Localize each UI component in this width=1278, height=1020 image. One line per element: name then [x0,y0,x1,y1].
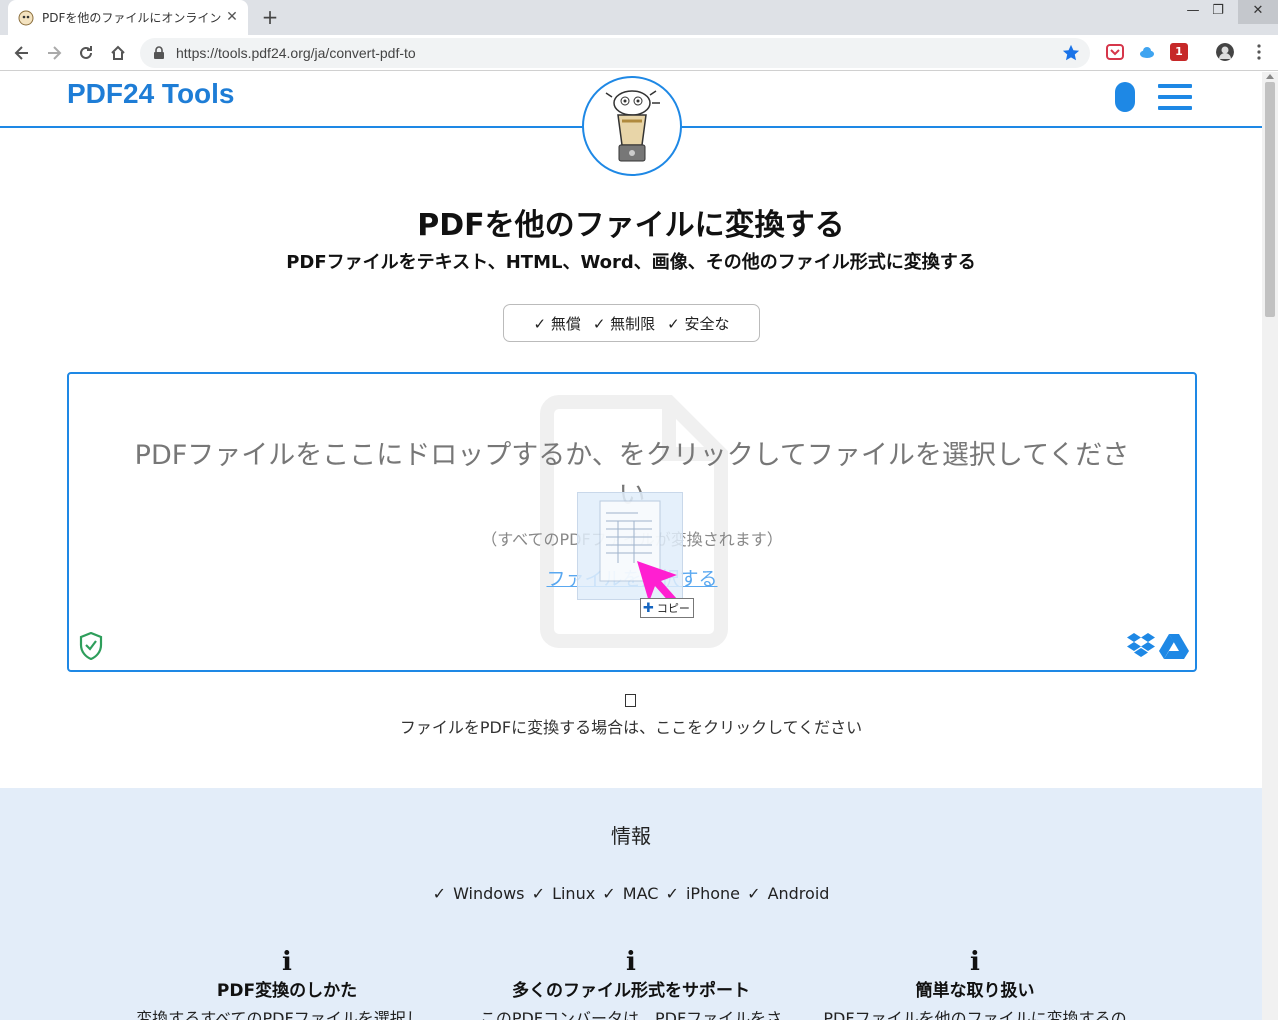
bookmark-star-icon[interactable] [1062,44,1080,62]
info-column-text: このPDFコンバータは、PDFファイルをさ [479,1009,783,1020]
info-column-formats: i 多くのファイル形式をサポート このPDFコンバータは、PDFファイルをさ [461,948,801,1020]
google-drive-icon[interactable] [1159,633,1189,659]
pocket-extension-icon[interactable] [1106,43,1124,61]
brand-logo[interactable]: PDF24 Tools [67,78,235,110]
profile-avatar-icon[interactable] [1216,43,1234,61]
reload-button[interactable] [74,41,98,65]
url-text: https://tools.pdf24.org/ja/convert-pdf-t… [176,45,416,61]
scrollbar-thumb[interactable] [1265,82,1275,317]
info-column-title: PDF変換のしかた [216,981,358,1001]
supported-platforms: ✓ Windows ✓ Linux ✓ MAC ✓ iPhone ✓ Andro… [432,884,830,903]
convert-to-pdf-link[interactable]: ファイルをPDFに変換する場合は、ここをクリックしてください [0,714,1262,738]
pdf24-favicon-icon [18,10,34,25]
forward-button[interactable] [42,41,66,65]
home-icon [111,45,125,60]
window-close-button[interactable]: ✕ [1238,0,1278,24]
feature-unlimited: ✓ 無制限 [592,314,656,333]
mascot-logo[interactable] [582,76,682,176]
copy-tooltip: ✚ コピー [640,598,694,618]
cloud-extension-icon[interactable] [1138,43,1156,61]
page-title: PDFを他のファイルに変換する [417,208,845,243]
browser-tab[interactable]: PDFを他のファイルにオンラインで変換 ✕ [8,0,248,35]
dropbox-icon[interactable] [1127,632,1155,658]
info-column-title: 簡単な取り扱い [915,981,1035,1001]
lock-icon [154,46,164,59]
hamburger-menu-icon[interactable] [1158,84,1192,110]
info-section: 情報 ✓ Windows ✓ Linux ✓ MAC ✓ iPhone ✓ An… [0,788,1262,1020]
back-arrow-icon [14,46,28,60]
browser-toolbar: https://tools.pdf24.org/ja/convert-pdf-t… [0,35,1278,71]
info-icon: i [970,947,980,977]
plus-icon: ✚ [643,600,654,616]
info-column-easy: i 簡単な取り扱い PDFファイルを他のファイルに変換するの [805,948,1145,1020]
new-tab-button[interactable]: + [258,5,282,29]
page-scrollbar[interactable] [1262,72,1278,1020]
reload-icon [80,46,92,59]
info-column-title: 多くのファイル形式をサポート [512,981,750,1001]
info-column-text: 変換するすべてのPDFファイルを選択し、 [136,1009,438,1020]
feature-free: ✓ 無償 [533,314,581,333]
page-subtitle: PDFファイルをテキスト、HTML、Word、画像、その他のファイル形式に変換す… [286,252,976,273]
info-column-text: PDFファイルを他のファイルに変換するの [823,1009,1127,1020]
password-extension-icon[interactable]: 1 [1170,43,1188,61]
window-restore-button[interactable]: ❐ [1203,0,1233,24]
browser-menu-icon[interactable] [1250,43,1268,61]
address-bar[interactable]: https://tools.pdf24.org/ja/convert-pdf-t… [140,38,1090,68]
tab-title: PDFを他のファイルにオンラインで変換 [42,11,222,25]
shield-check-icon [79,632,103,660]
info-icon: i [282,947,292,977]
mascot-blender-icon [605,90,660,162]
info-column-howto: i PDF変換のしかた 変換するすべてのPDFファイルを選択し、 [117,948,457,1020]
convert-to-pdf-icon[interactable] [625,694,636,707]
file-dropzone[interactable]: PDFファイルをここにドロップするか、をクリックしてファイルを選択してくださ い… [67,372,1197,672]
tab-close-icon[interactable]: ✕ [224,9,240,25]
feature-secure: ✓ 安全な [667,314,730,333]
page-viewport: PDF24 Tools PDFを他のファイルに変換する PDFファイルをテキスト… [0,72,1262,1020]
browser-tabstrip: PDFを他のファイルにオンラインで変換 ✕ + — ❐ ✕ [0,0,1278,35]
features-badge: ✓ 無償 ✓ 無制限 ✓ 安全な [503,304,760,342]
forward-arrow-icon [48,46,62,60]
info-title: 情報 [611,824,651,848]
scroll-up-icon[interactable] [1266,74,1274,79]
home-button[interactable] [106,41,130,65]
back-button[interactable] [10,41,34,65]
user-account-icon[interactable] [1115,82,1135,112]
info-icon: i [626,947,636,977]
